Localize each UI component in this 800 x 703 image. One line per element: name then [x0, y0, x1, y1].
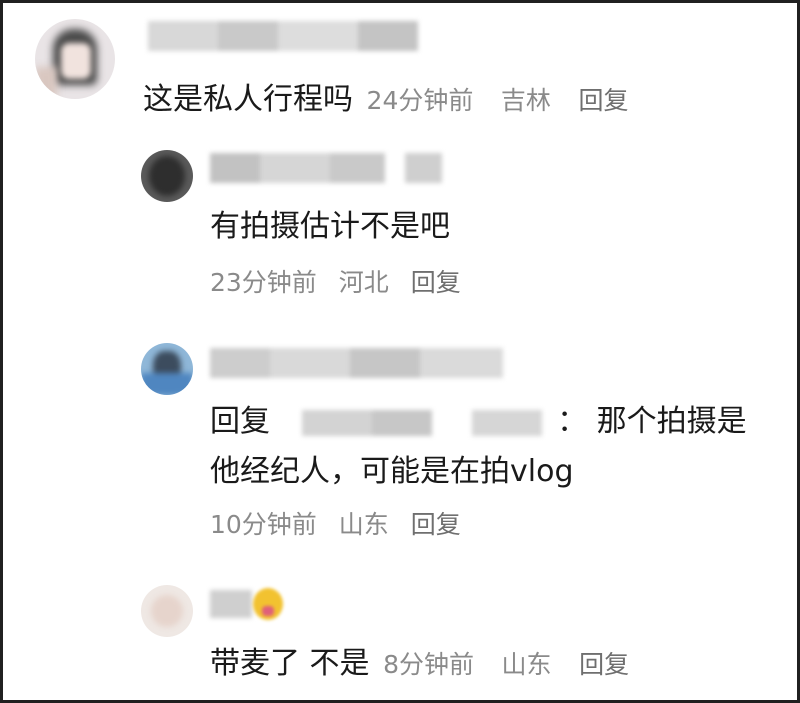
comment-text: 这是私人行程吗	[143, 82, 353, 117]
comment-text: 那个拍摄是	[596, 404, 747, 439]
separator: ：	[557, 404, 588, 439]
reply-prefix: 回复	[210, 404, 270, 439]
username-redacted[interactable]	[210, 590, 252, 618]
comment-time: 8分钟前	[383, 650, 474, 679]
username-redacted[interactable]	[148, 21, 418, 51]
avatar[interactable]	[35, 19, 115, 99]
comment-thread: 这是私人行程吗 24分钟前 吉林 回复 有拍摄估计不是吧 23分钟前 河北 回复…	[0, 0, 800, 703]
username-redacted[interactable]	[210, 348, 503, 378]
emoji-icon	[253, 588, 283, 620]
reply-button[interactable]: 回复	[578, 86, 628, 115]
comment-text: 有拍摄估计不是吧	[210, 209, 450, 244]
reply-button[interactable]: 回复	[411, 510, 461, 539]
reply-button[interactable]: 回复	[579, 650, 629, 679]
comment-time: 23分钟前	[210, 268, 317, 297]
mentioned-user-redacted[interactable]	[301, 409, 542, 436]
comment-meta: 23分钟前 河北 回复	[210, 267, 461, 299]
comment-time: 24分钟前	[366, 86, 474, 115]
avatar[interactable]	[141, 585, 193, 637]
avatar[interactable]	[141, 343, 193, 395]
comment-meta: 10分钟前 山东 回复	[210, 509, 461, 541]
comment-text: 带麦了 不是	[210, 646, 370, 681]
comment-time: 10分钟前	[210, 510, 317, 539]
comment-location: 河北	[338, 268, 389, 297]
avatar[interactable]	[141, 150, 193, 202]
comment-location: 吉林	[500, 86, 551, 115]
comment-location: 山东	[501, 650, 552, 679]
reply-button[interactable]: 回复	[411, 268, 461, 297]
comment-location: 山东	[338, 510, 389, 539]
comment-body: 带麦了 不是 8分钟前 山东 回复	[210, 645, 629, 684]
comment-body: 这是私人行程吗 24分钟前 吉林 回复	[143, 81, 628, 120]
username-redacted[interactable]	[210, 153, 442, 183]
comment-body: 回复 ： 那个拍摄是	[210, 403, 747, 441]
comment-text-continued: 他经纪人，可能是在拍vlog	[210, 454, 574, 489]
